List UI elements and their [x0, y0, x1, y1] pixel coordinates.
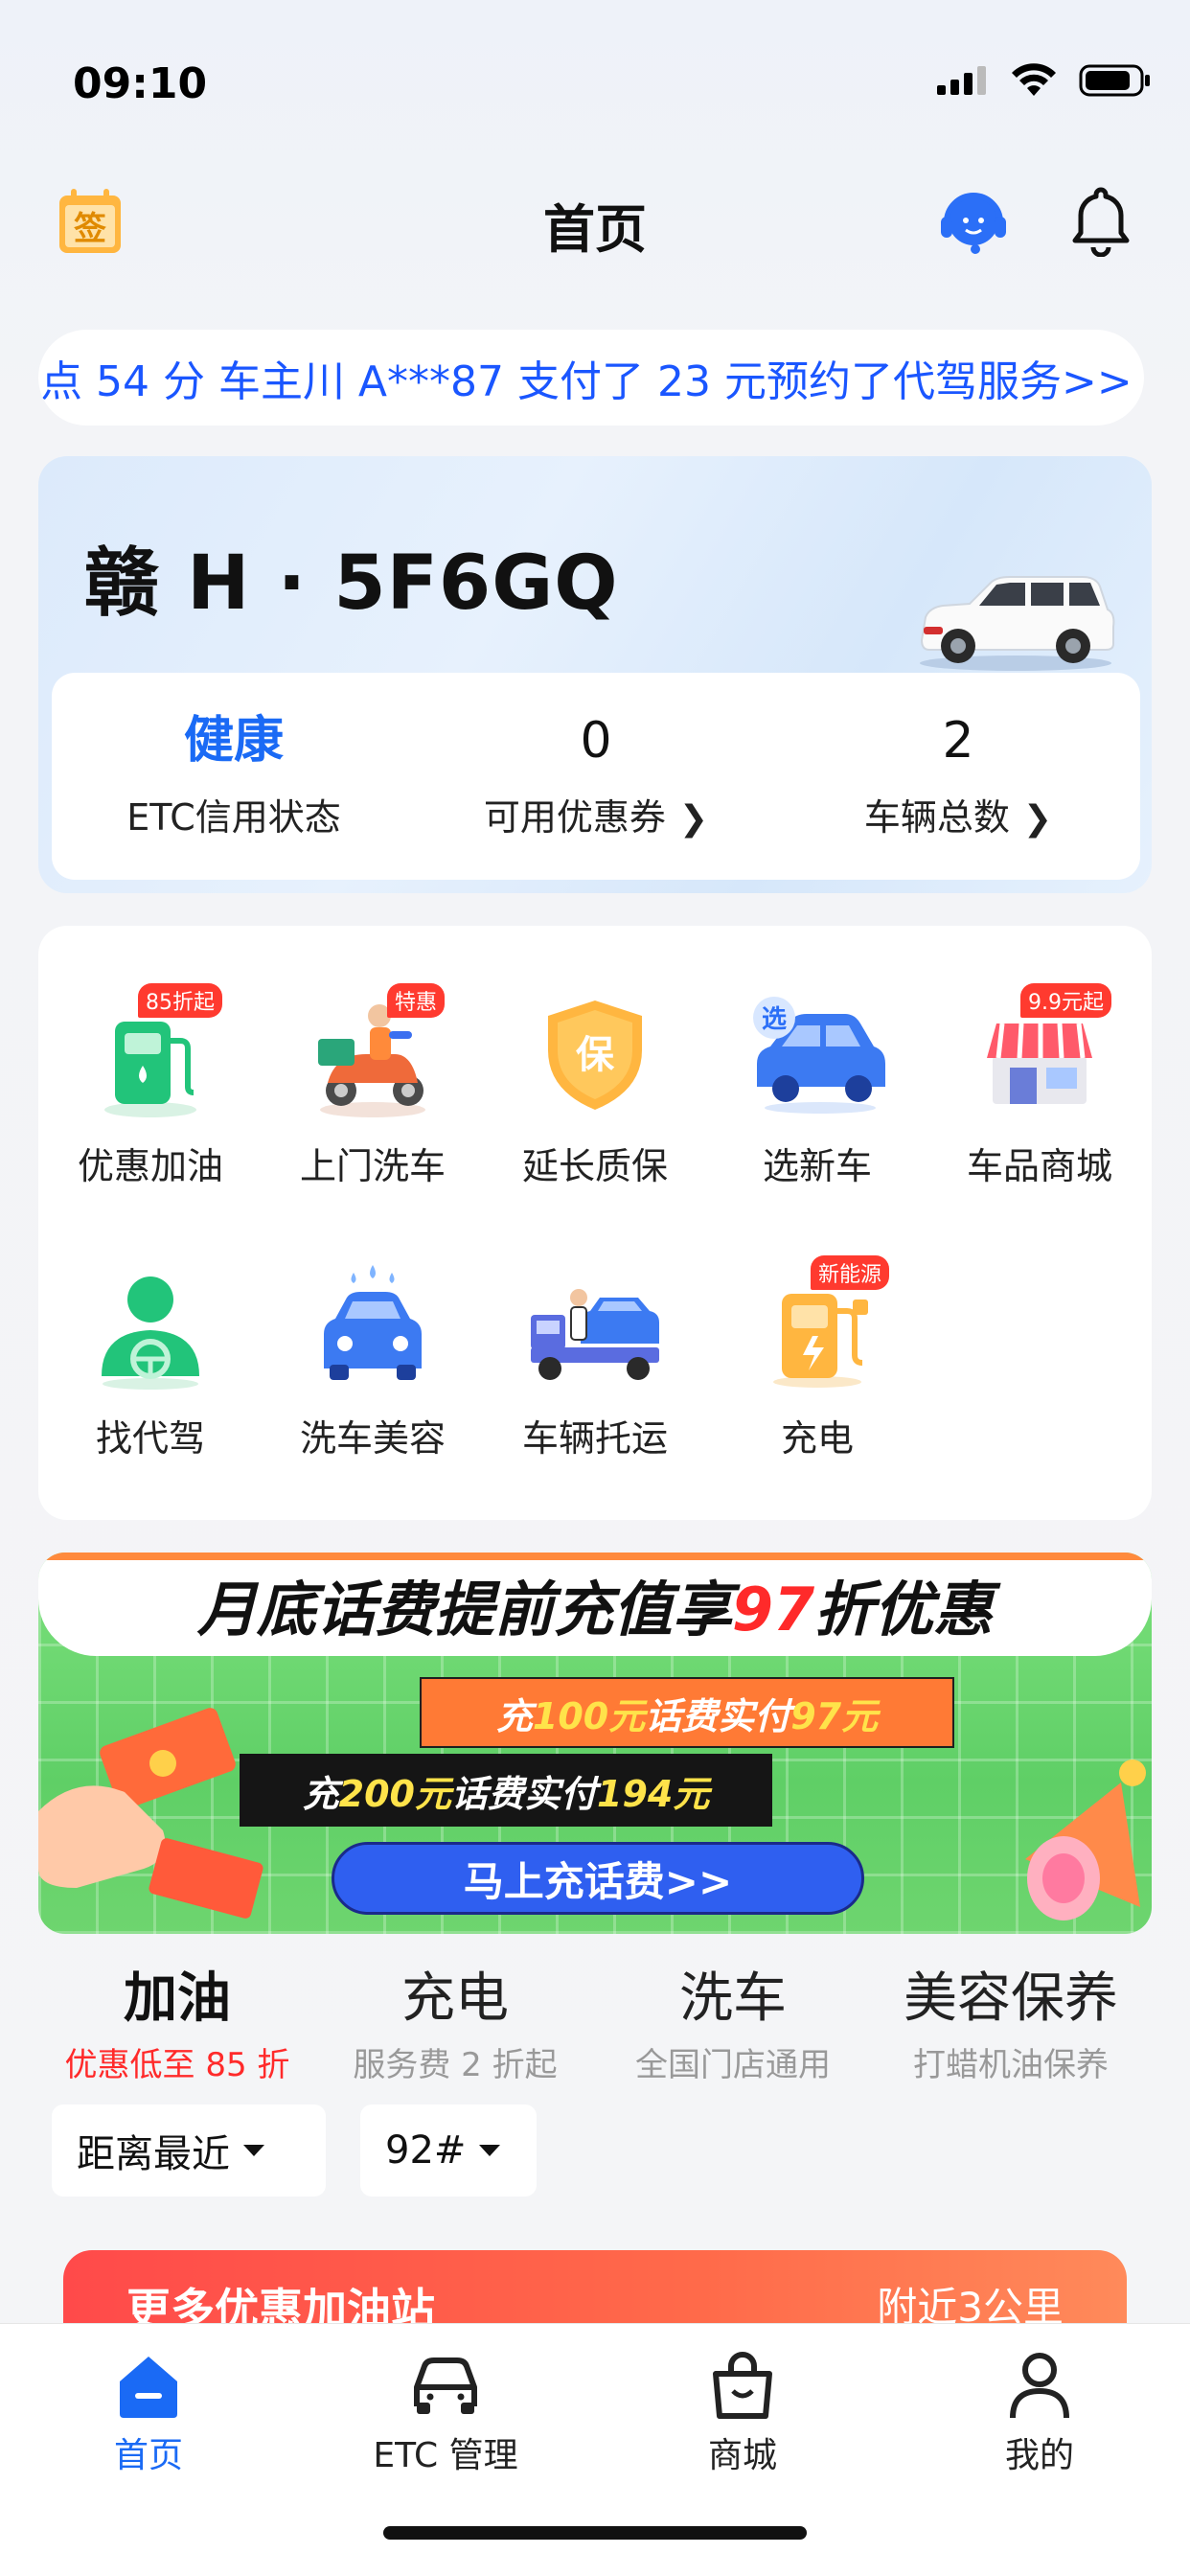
- service-badge: 特惠: [386, 983, 445, 1018]
- tab-title: 美容保养: [904, 1967, 1118, 2030]
- driver-icon: [79, 1255, 222, 1399]
- service-label: 洗车美容: [299, 1417, 446, 1460]
- tab-title: 洗车: [679, 1967, 787, 2030]
- tab-title: 充电: [401, 1967, 509, 2030]
- home-icon: [110, 2349, 187, 2422]
- service-designated-driver[interactable]: 找代驾: [38, 1255, 263, 1461]
- shop-icon: 9.9元起: [968, 983, 1111, 1127]
- status-time: 09:10: [73, 59, 208, 108]
- svg-text:选: 选: [762, 1005, 787, 1034]
- tab-fuel[interactable]: 加油 优惠低至 85 折: [38, 1955, 316, 2085]
- license-plate: 赣 H · 5F6GQ: [84, 540, 619, 627]
- service-label: 车辆托运: [521, 1417, 668, 1460]
- promo-200: 充 200元 话费实付 194元: [240, 1754, 772, 1827]
- nav-label: ETC 管理: [373, 2436, 518, 2475]
- tab-car-wash[interactable]: 洗车 全国门店通用: [594, 1955, 872, 2085]
- nav-mall[interactable]: 商城: [594, 2349, 891, 2477]
- service-fuel[interactable]: 85折起 优惠加油: [38, 983, 263, 1189]
- nav-label: 首页: [113, 2436, 183, 2475]
- tab-charging[interactable]: 充电 服务费 2 折起: [316, 1955, 594, 2085]
- tow-truck-icon: [523, 1255, 667, 1399]
- service-towing[interactable]: 车辆托运: [483, 1255, 707, 1461]
- service-label: 充电: [780, 1417, 854, 1460]
- tab-title: 加油: [124, 1967, 231, 2030]
- banner-title: 月底话费提前充值享97折优惠: [196, 1575, 994, 1644]
- money-hand-icon: [38, 1708, 263, 1919]
- service-badge: 新能源: [810, 1255, 889, 1290]
- home-indicator: [383, 2526, 807, 2540]
- megaphone-icon: [1025, 1760, 1146, 1920]
- car-wash-icon: [301, 1255, 445, 1399]
- chevron-right-icon: ❯: [1022, 799, 1053, 839]
- tab-subtitle: 全国门店通用: [635, 2046, 831, 2084]
- caret-down-icon: [243, 2145, 264, 2156]
- coupons-value: 0: [580, 712, 612, 770]
- service-charging[interactable]: 新能源 充电: [705, 1255, 929, 1461]
- nav-profile[interactable]: 我的: [891, 2349, 1188, 2477]
- wifi-icon: [1012, 63, 1056, 96]
- vehicle-count-label: 车辆总数: [863, 796, 1010, 839]
- announcement-text: 点 54 分 车主川 A***87 支付了 23 元预约了代驾服务>>: [40, 357, 1133, 406]
- promo-100: 充 100元 话费实付 97元: [420, 1677, 954, 1748]
- service-label: 找代驾: [95, 1417, 205, 1460]
- tab-subtitle: 优惠低至 85 折: [64, 2046, 290, 2084]
- etc-credit-status[interactable]: 健康 ETC信用状态: [52, 707, 416, 840]
- bell-icon[interactable]: [1067, 184, 1134, 258]
- fuel-type-value: 92#: [385, 2128, 467, 2173]
- nav-etc[interactable]: ETC 管理: [297, 2349, 594, 2477]
- etc-credit-label: ETC信用状态: [126, 796, 341, 839]
- tab-subtitle: 打蜡机油保养: [913, 2046, 1109, 2084]
- nav-label: 商城: [707, 2436, 777, 2475]
- service-new-car[interactable]: 选 选新车: [705, 983, 929, 1189]
- service-label: 选新车: [762, 1145, 872, 1187]
- announcement-marquee[interactable]: 点 54 分 车主川 A***87 支付了 23 元预约了代驾服务>>: [38, 330, 1144, 426]
- customer-service-icon[interactable]: [937, 184, 1010, 257]
- service-home-wash[interactable]: 特惠 上门洗车: [261, 983, 485, 1189]
- service-label: 优惠加油: [77, 1145, 223, 1187]
- chevron-right-icon: ❯: [678, 799, 709, 839]
- vehicle-count-value: 2: [942, 712, 974, 770]
- phone-recharge-banner[interactable]: 月底话费提前充值享97折优惠 充 100元 话费实付 97元 充 200元 话费实付 194…: [38, 1552, 1152, 1934]
- service-car-wash[interactable]: 洗车美容: [261, 1255, 485, 1461]
- service-label: 延长质保: [521, 1145, 668, 1187]
- service-label: 车品商城: [966, 1145, 1112, 1187]
- caret-down-icon: [479, 2145, 501, 2156]
- signal-icon: [937, 66, 986, 95]
- vehicle-count-stat[interactable]: 2 车辆总数 ❯: [776, 707, 1140, 840]
- service-badge: 9.9元起: [1020, 983, 1111, 1018]
- car-icon: [407, 2349, 484, 2422]
- service-warranty[interactable]: 保 延长质保: [483, 983, 707, 1189]
- shopping-bag-icon: [704, 2349, 781, 2422]
- car-image-icon: [910, 569, 1121, 675]
- status-icons: [935, 63, 1152, 98]
- blue-car-icon: 选: [745, 983, 889, 1127]
- charger-icon: 新能源: [745, 1255, 889, 1399]
- tab-subtitle: 服务费 2 折起: [353, 2046, 558, 2084]
- tab-beauty-maintenance[interactable]: 美容保养 打蜡机油保养: [872, 1955, 1150, 2085]
- service-label: 上门洗车: [299, 1145, 446, 1187]
- service-shop[interactable]: 9.9元起 车品商城: [927, 983, 1152, 1189]
- sort-dropdown[interactable]: 距离最近: [52, 2104, 326, 2196]
- svg-text:保: 保: [576, 1033, 615, 1077]
- page-title: 首页: [543, 199, 647, 260]
- recharge-now-button[interactable]: 马上充话费>>: [332, 1842, 864, 1915]
- fuel-pump-icon: 85折起: [79, 983, 222, 1127]
- service-badge: 85折起: [138, 983, 222, 1018]
- etc-credit-value: 健康: [183, 712, 284, 770]
- banner-title-strip: 月底话费提前充值享97折优惠: [38, 1552, 1152, 1656]
- vehicle-stats-panel: 健康 ETC信用状态 0 可用优惠券 ❯ 2 车辆总数 ❯: [52, 673, 1140, 880]
- nav-label: 我的: [1004, 2436, 1074, 2475]
- coupons-stat[interactable]: 0 可用优惠券 ❯: [414, 707, 778, 840]
- nav-home[interactable]: 首页: [0, 2349, 297, 2477]
- vehicle-card[interactable]: 赣 H · 5F6GQ 健康 ETC信用状态 0 可用优惠券 ❯ 2 车辆总数 ❯: [38, 456, 1152, 893]
- sort-value: 距离最近: [77, 2132, 230, 2176]
- battery-icon: [1079, 64, 1150, 97]
- fuel-type-dropdown[interactable]: 92#: [360, 2104, 537, 2196]
- services-grid: 85折起 优惠加油 特惠 上门洗车 保 延长质保 选 选新车 9.9元起 车品商…: [38, 926, 1152, 1520]
- scooter-washer-icon: 特惠: [301, 983, 445, 1127]
- shield-icon: 保: [523, 983, 667, 1127]
- user-icon: [1001, 2349, 1078, 2422]
- coupons-label: 可用优惠券: [483, 796, 666, 839]
